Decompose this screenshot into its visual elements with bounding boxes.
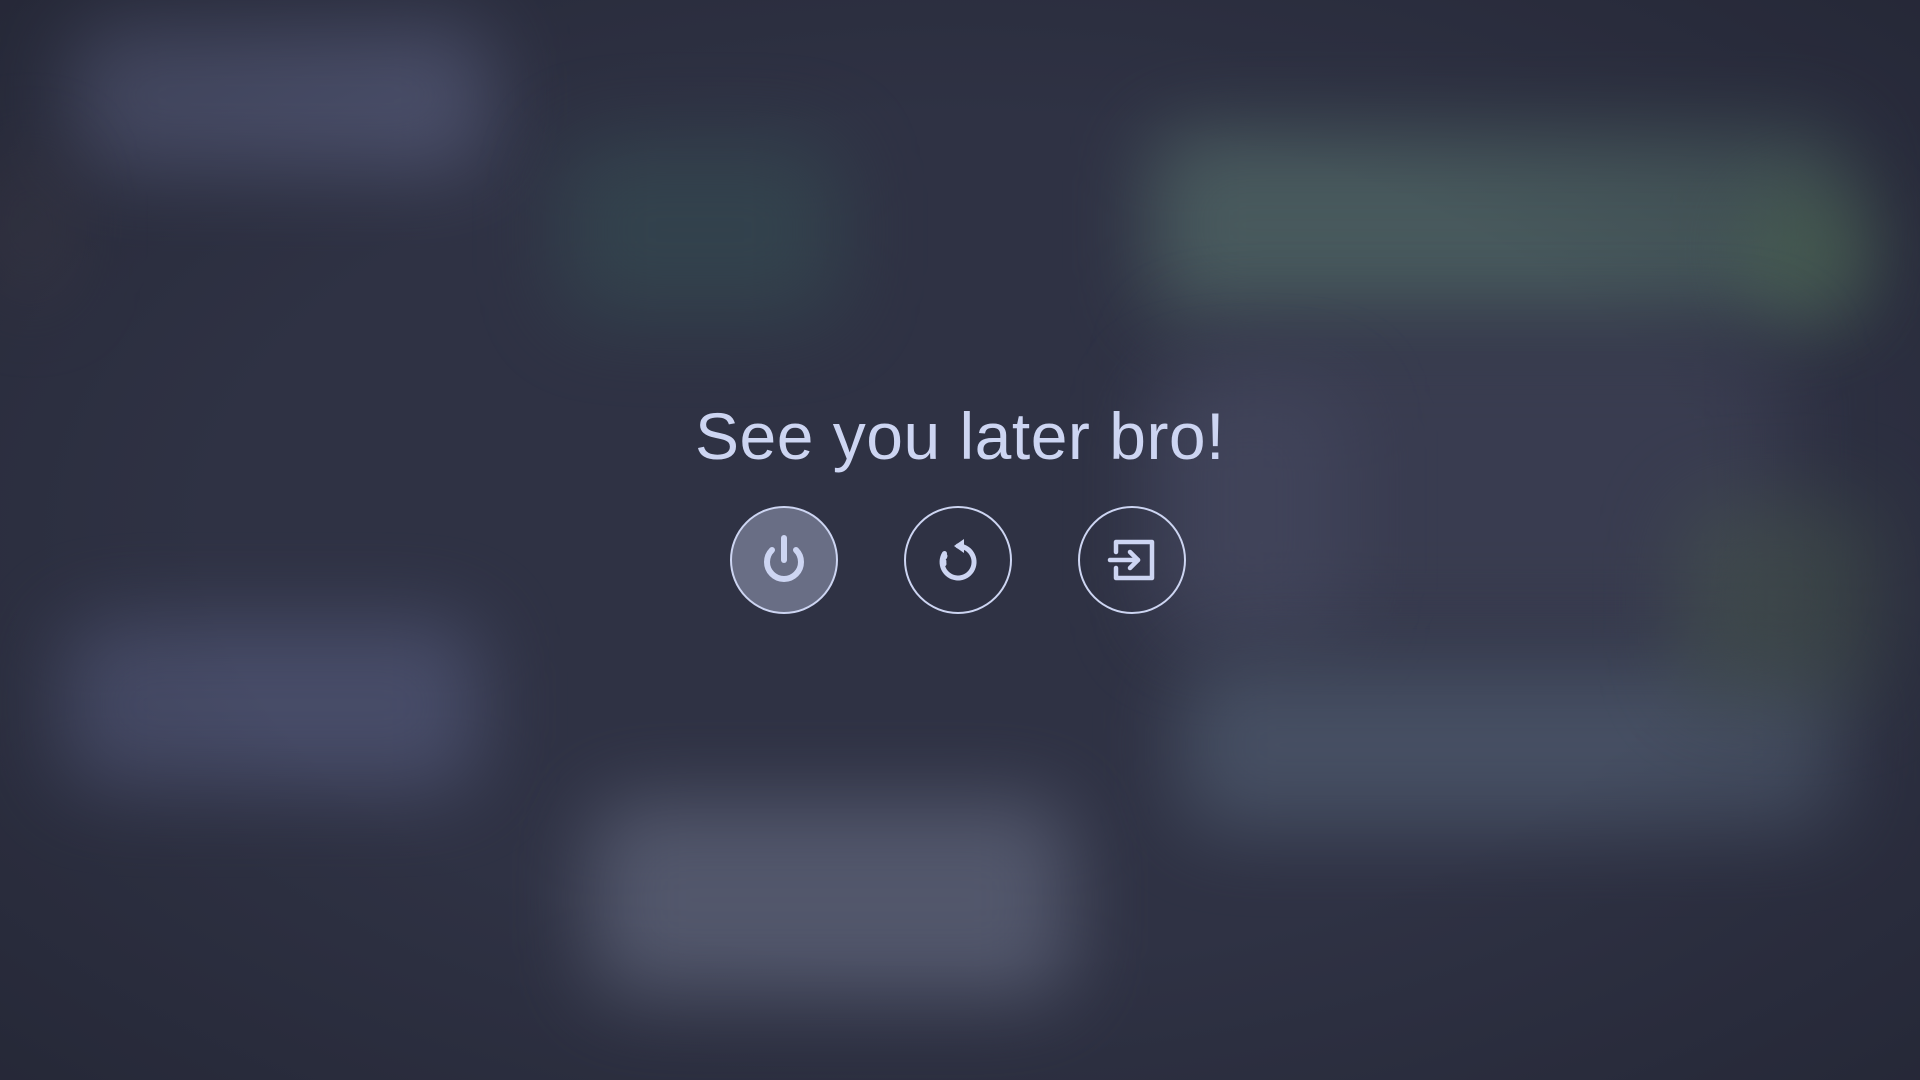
reboot-button[interactable] [904,506,1012,614]
power-icon [764,535,804,583]
logout-button[interactable] [1078,506,1186,614]
logout-menu: See you later bro! [0,0,1920,1080]
shutdown-button[interactable] [730,506,838,614]
logout-screen: See you later bro! [0,0,1920,1080]
farewell-message: See you later bro! [695,399,1225,473]
restart-icon [939,539,977,581]
power-actions [730,506,1190,616]
logout-icon [1107,539,1155,581]
